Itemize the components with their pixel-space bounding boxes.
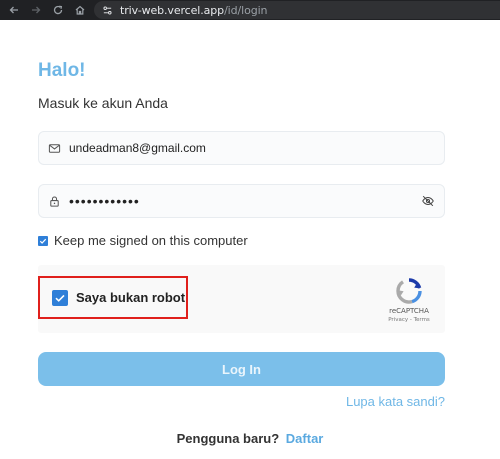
reload-icon[interactable]	[50, 2, 66, 18]
home-icon[interactable]	[72, 2, 88, 18]
back-icon[interactable]	[6, 2, 22, 18]
email-input[interactable]	[69, 132, 444, 164]
page-subtitle: Masuk ke akun Anda	[38, 95, 168, 111]
email-field[interactable]	[38, 131, 445, 165]
recaptcha-checkbox[interactable]	[52, 289, 68, 306]
recaptcha-label: Saya bukan robot	[76, 290, 186, 305]
recaptcha-highlight[interactable]: Saya bukan robot	[38, 276, 188, 319]
browser-toolbar: triv-web.vercel.app/id/login	[0, 0, 500, 20]
url-path: /id/login	[224, 3, 268, 17]
site-settings-icon[interactable]	[100, 3, 114, 17]
forward-icon[interactable]	[28, 2, 44, 18]
signup-prompt: Pengguna baru? Daftar	[0, 431, 500, 446]
login-button[interactable]: Log In	[38, 352, 445, 386]
recaptcha-widget: Saya bukan robot reCAPTCHA Privacy - Ter…	[38, 265, 445, 333]
password-field[interactable]	[38, 184, 445, 218]
recaptcha-links[interactable]: Privacy - Terms	[386, 317, 432, 323]
keep-signed-in[interactable]: Keep me signed on this computer	[38, 233, 248, 248]
mail-icon	[47, 141, 61, 155]
recaptcha-logo-icon	[395, 277, 423, 305]
keep-signed-in-label: Keep me signed on this computer	[54, 233, 248, 248]
lock-icon	[47, 194, 61, 208]
signup-link[interactable]: Daftar	[286, 431, 324, 446]
signup-question: Pengguna baru?	[176, 431, 280, 446]
address-url: triv-web.vercel.app/id/login	[120, 3, 268, 17]
forgot-password-link[interactable]: Lupa kata sandi?	[346, 394, 445, 409]
address-bar[interactable]: triv-web.vercel.app/id/login	[94, 1, 500, 19]
recaptcha-brand: reCAPTCHA	[389, 307, 429, 315]
url-host: triv-web.vercel.app	[120, 3, 225, 17]
password-input[interactable]	[69, 185, 420, 217]
keep-signed-in-checkbox[interactable]	[38, 235, 48, 246]
eye-off-icon[interactable]	[420, 193, 436, 209]
page-title: Halo!	[38, 60, 86, 81]
